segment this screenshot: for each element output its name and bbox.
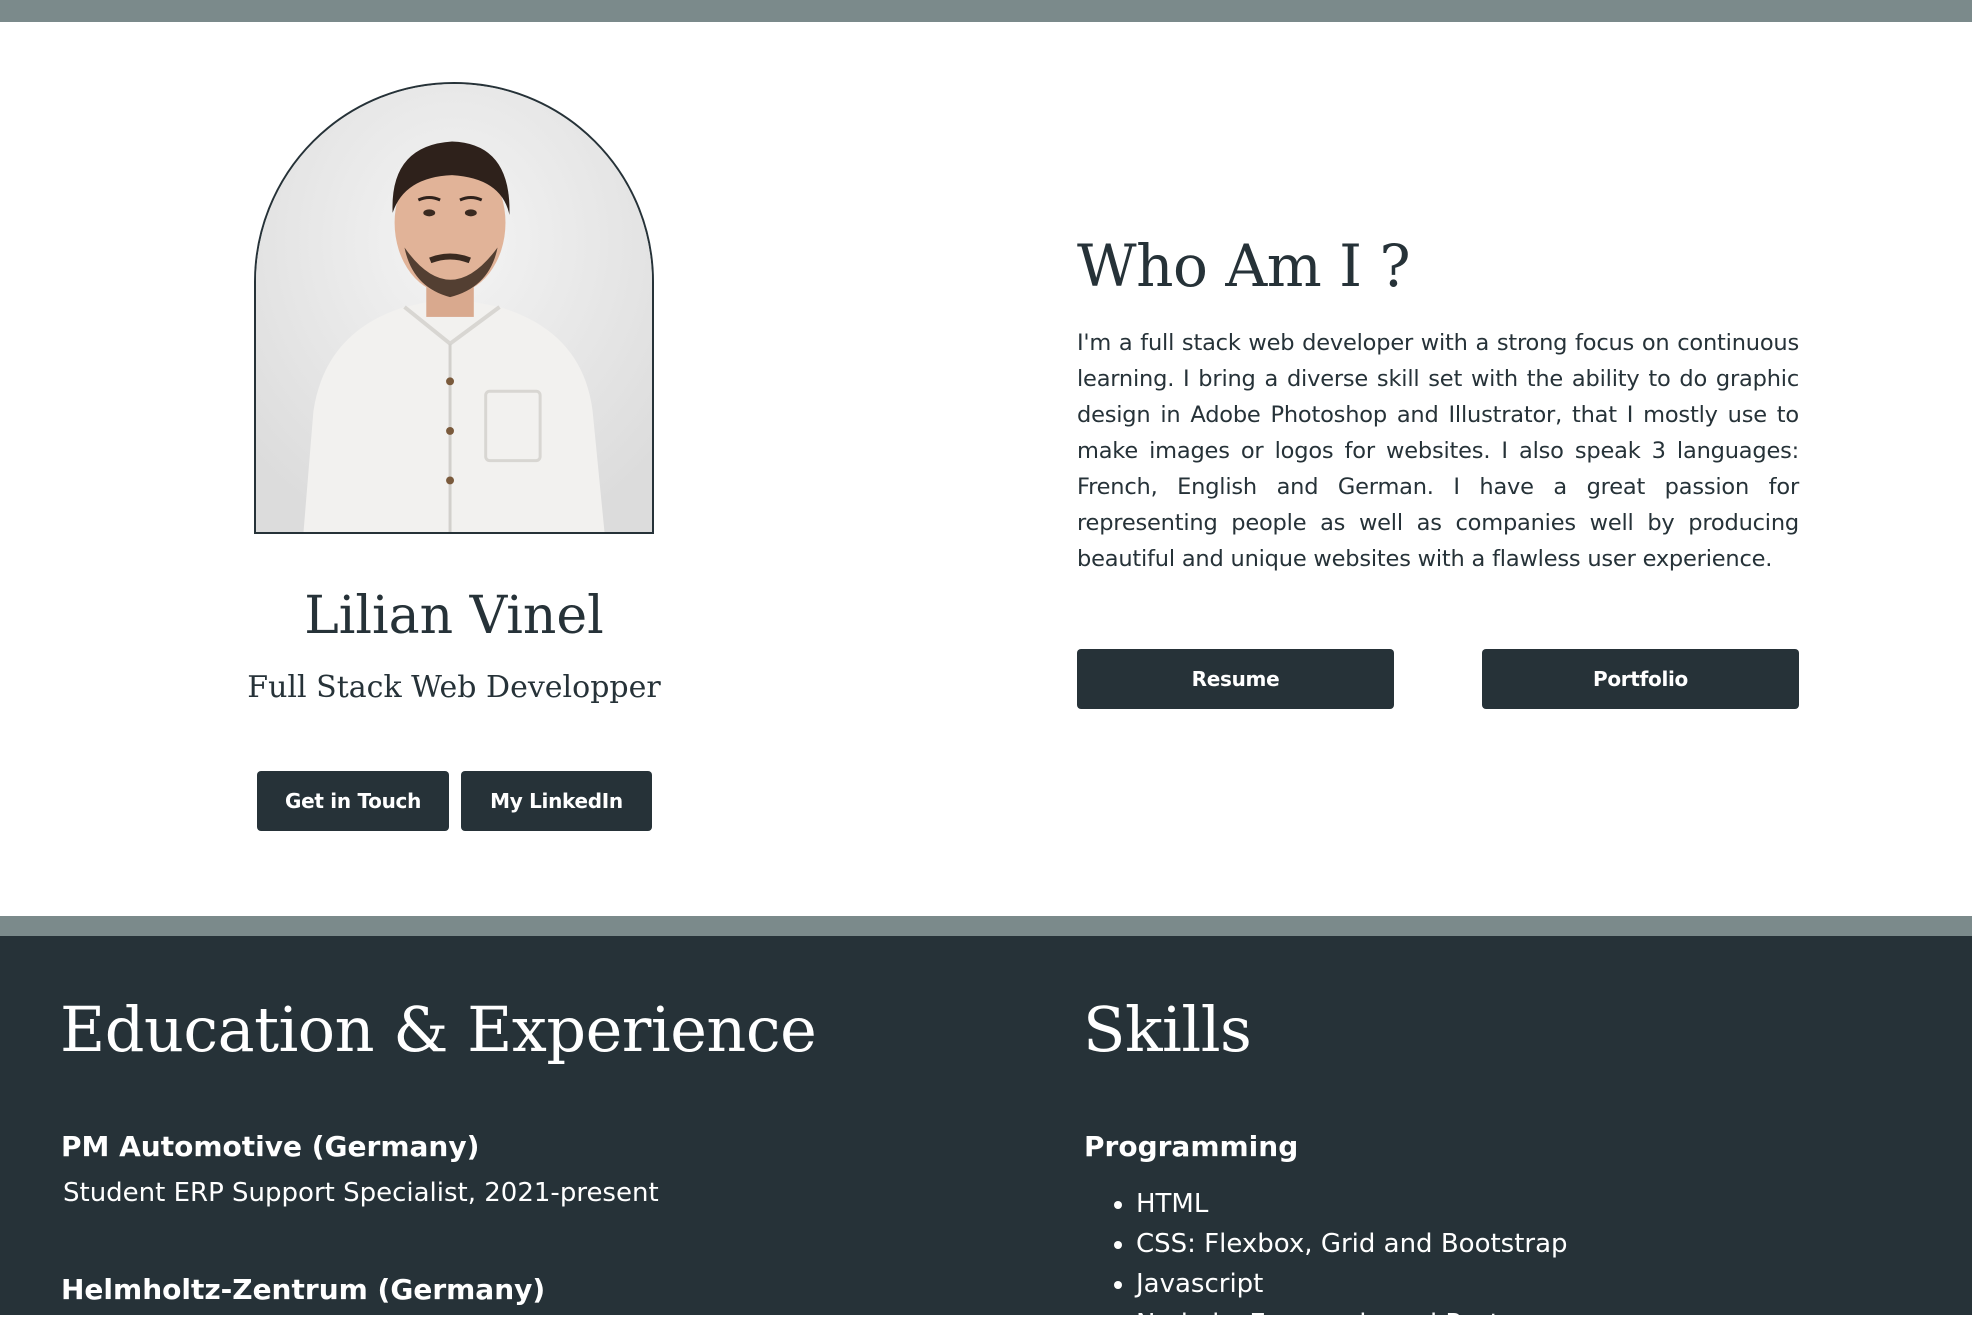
experience-entry-title: PM Automotive (Germany) <box>61 1130 480 1163</box>
profile-photo <box>254 82 654 534</box>
portfolio-button[interactable]: Portfolio <box>1482 649 1799 709</box>
skill-category-title: Programming <box>1084 1130 1299 1163</box>
profile-title: Full Stack Web Developper <box>247 670 661 705</box>
experience-entry-subtitle: Student ERP Support Specialist, 2021-pre… <box>63 1178 659 1208</box>
skills-heading: Skills <box>1083 993 1252 1066</box>
skill-list: HTML CSS: Flexbox, Grid and Bootstrap Ja… <box>1108 1184 1568 1344</box>
profile-name: Lilian Vinel <box>304 586 604 646</box>
linkedin-button[interactable]: My LinkedIn <box>461 771 652 831</box>
about-heading: Who Am I ? <box>1077 232 1411 300</box>
resume-button[interactable]: Resume <box>1077 649 1394 709</box>
top-accent-bar <box>0 0 1972 22</box>
experience-entry-title: Helmholtz-Zentrum (Germany) <box>61 1273 546 1306</box>
skill-item: HTML <box>1136 1184 1568 1224</box>
skill-item: Node.js, Express.js and Postgres <box>1136 1304 1568 1344</box>
about-paragraph: I'm a full stack web developer with a st… <box>1077 330 1799 572</box>
section-divider-bar <box>0 916 1972 936</box>
skill-item: CSS: Flexbox, Grid and Bootstrap <box>1136 1224 1568 1264</box>
skill-item: Javascript <box>1136 1264 1568 1304</box>
portrait-image <box>256 84 652 532</box>
get-in-touch-button[interactable]: Get in Touch <box>257 771 449 831</box>
education-heading: Education & Experience <box>60 993 817 1066</box>
